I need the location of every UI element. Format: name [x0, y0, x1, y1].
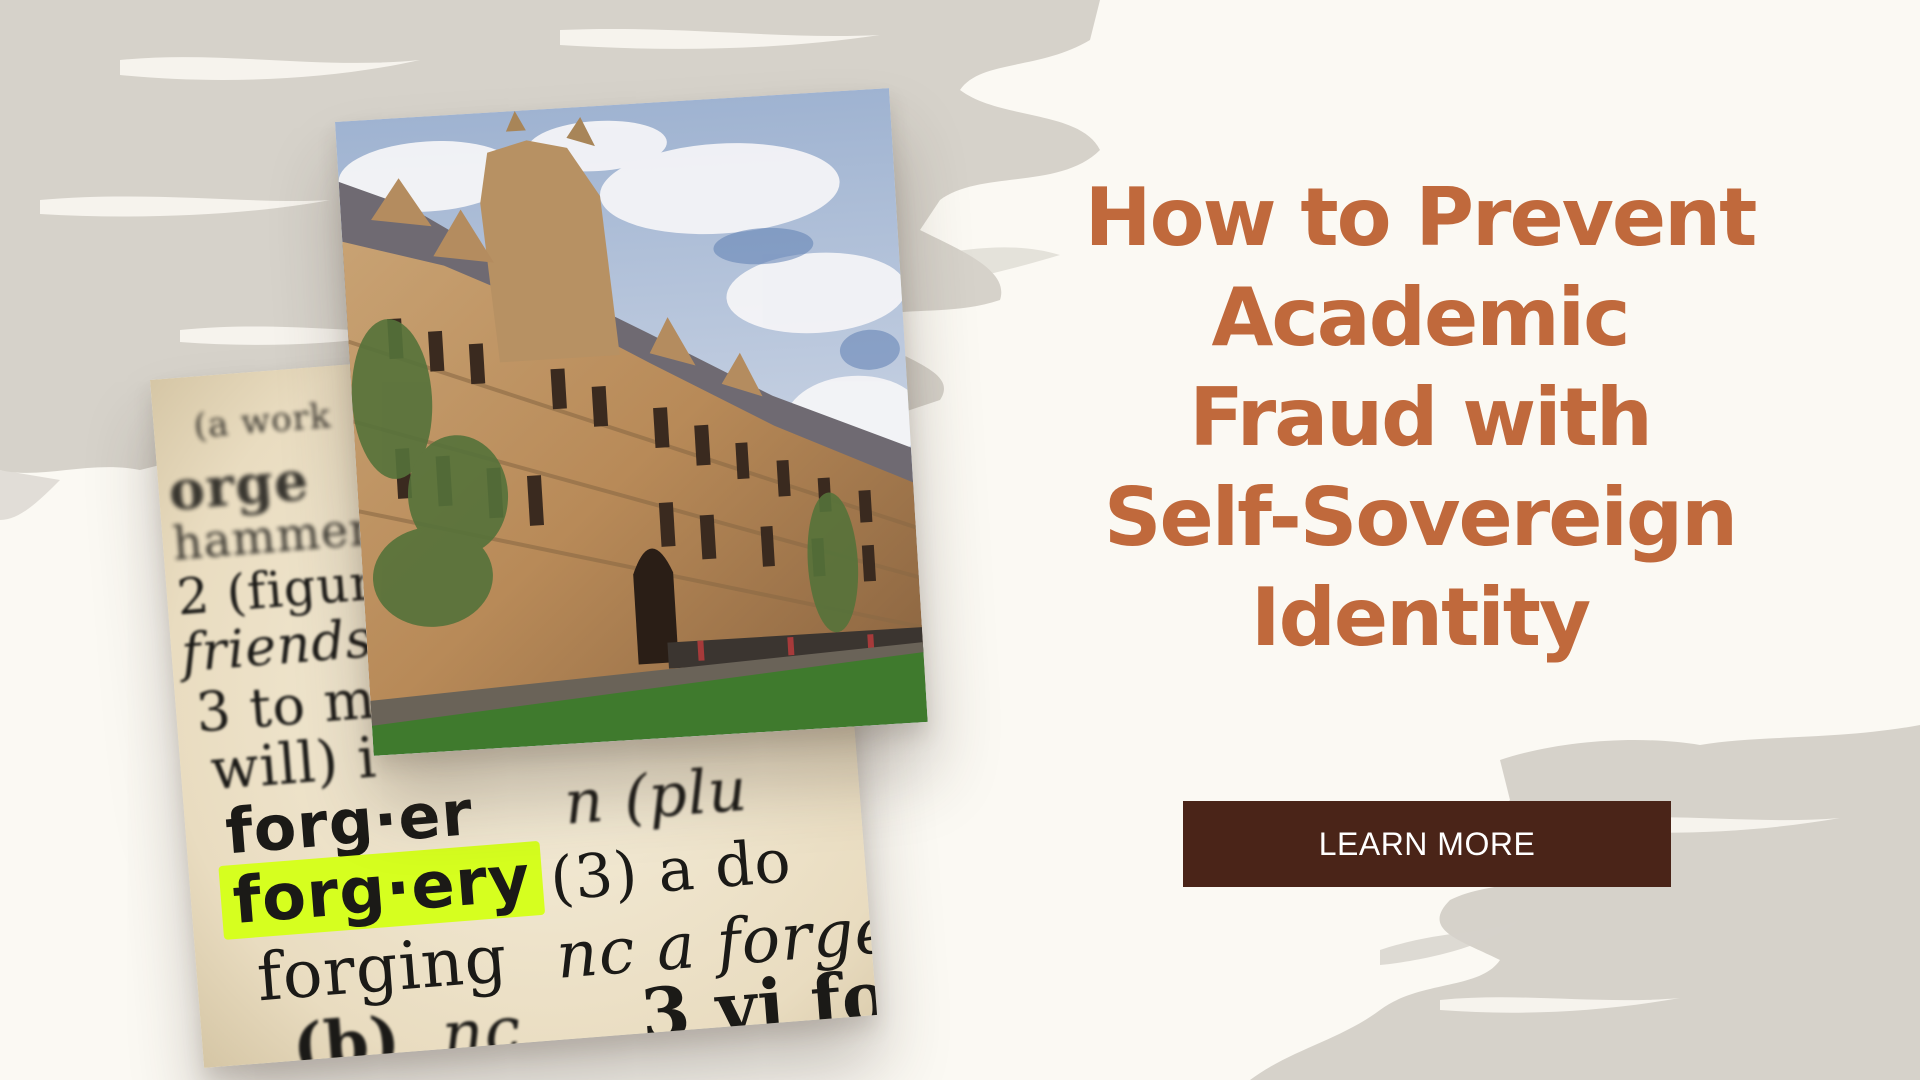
title-line: Academic — [1211, 271, 1630, 364]
university-building-photo — [335, 88, 928, 756]
dict-line: (3) a do — [547, 826, 794, 916]
dict-line: (a work — [192, 395, 333, 447]
title-line: Fraud with — [1189, 371, 1653, 464]
page-canvas: (a work orge hammer 2 (figur friends 3 t… — [0, 0, 1920, 1080]
title-line: Identity — [1250, 571, 1591, 664]
learn-more-button[interactable]: LEARN MORE — [1183, 801, 1671, 887]
page-title: How to Prevent Academic Fraud with Self-… — [955, 168, 1885, 668]
title-line: Self-Sovereign — [1103, 471, 1738, 564]
title-line: How to Prevent — [1084, 171, 1758, 264]
dict-line: n (plu — [561, 754, 751, 839]
building-illustration — [335, 88, 928, 756]
